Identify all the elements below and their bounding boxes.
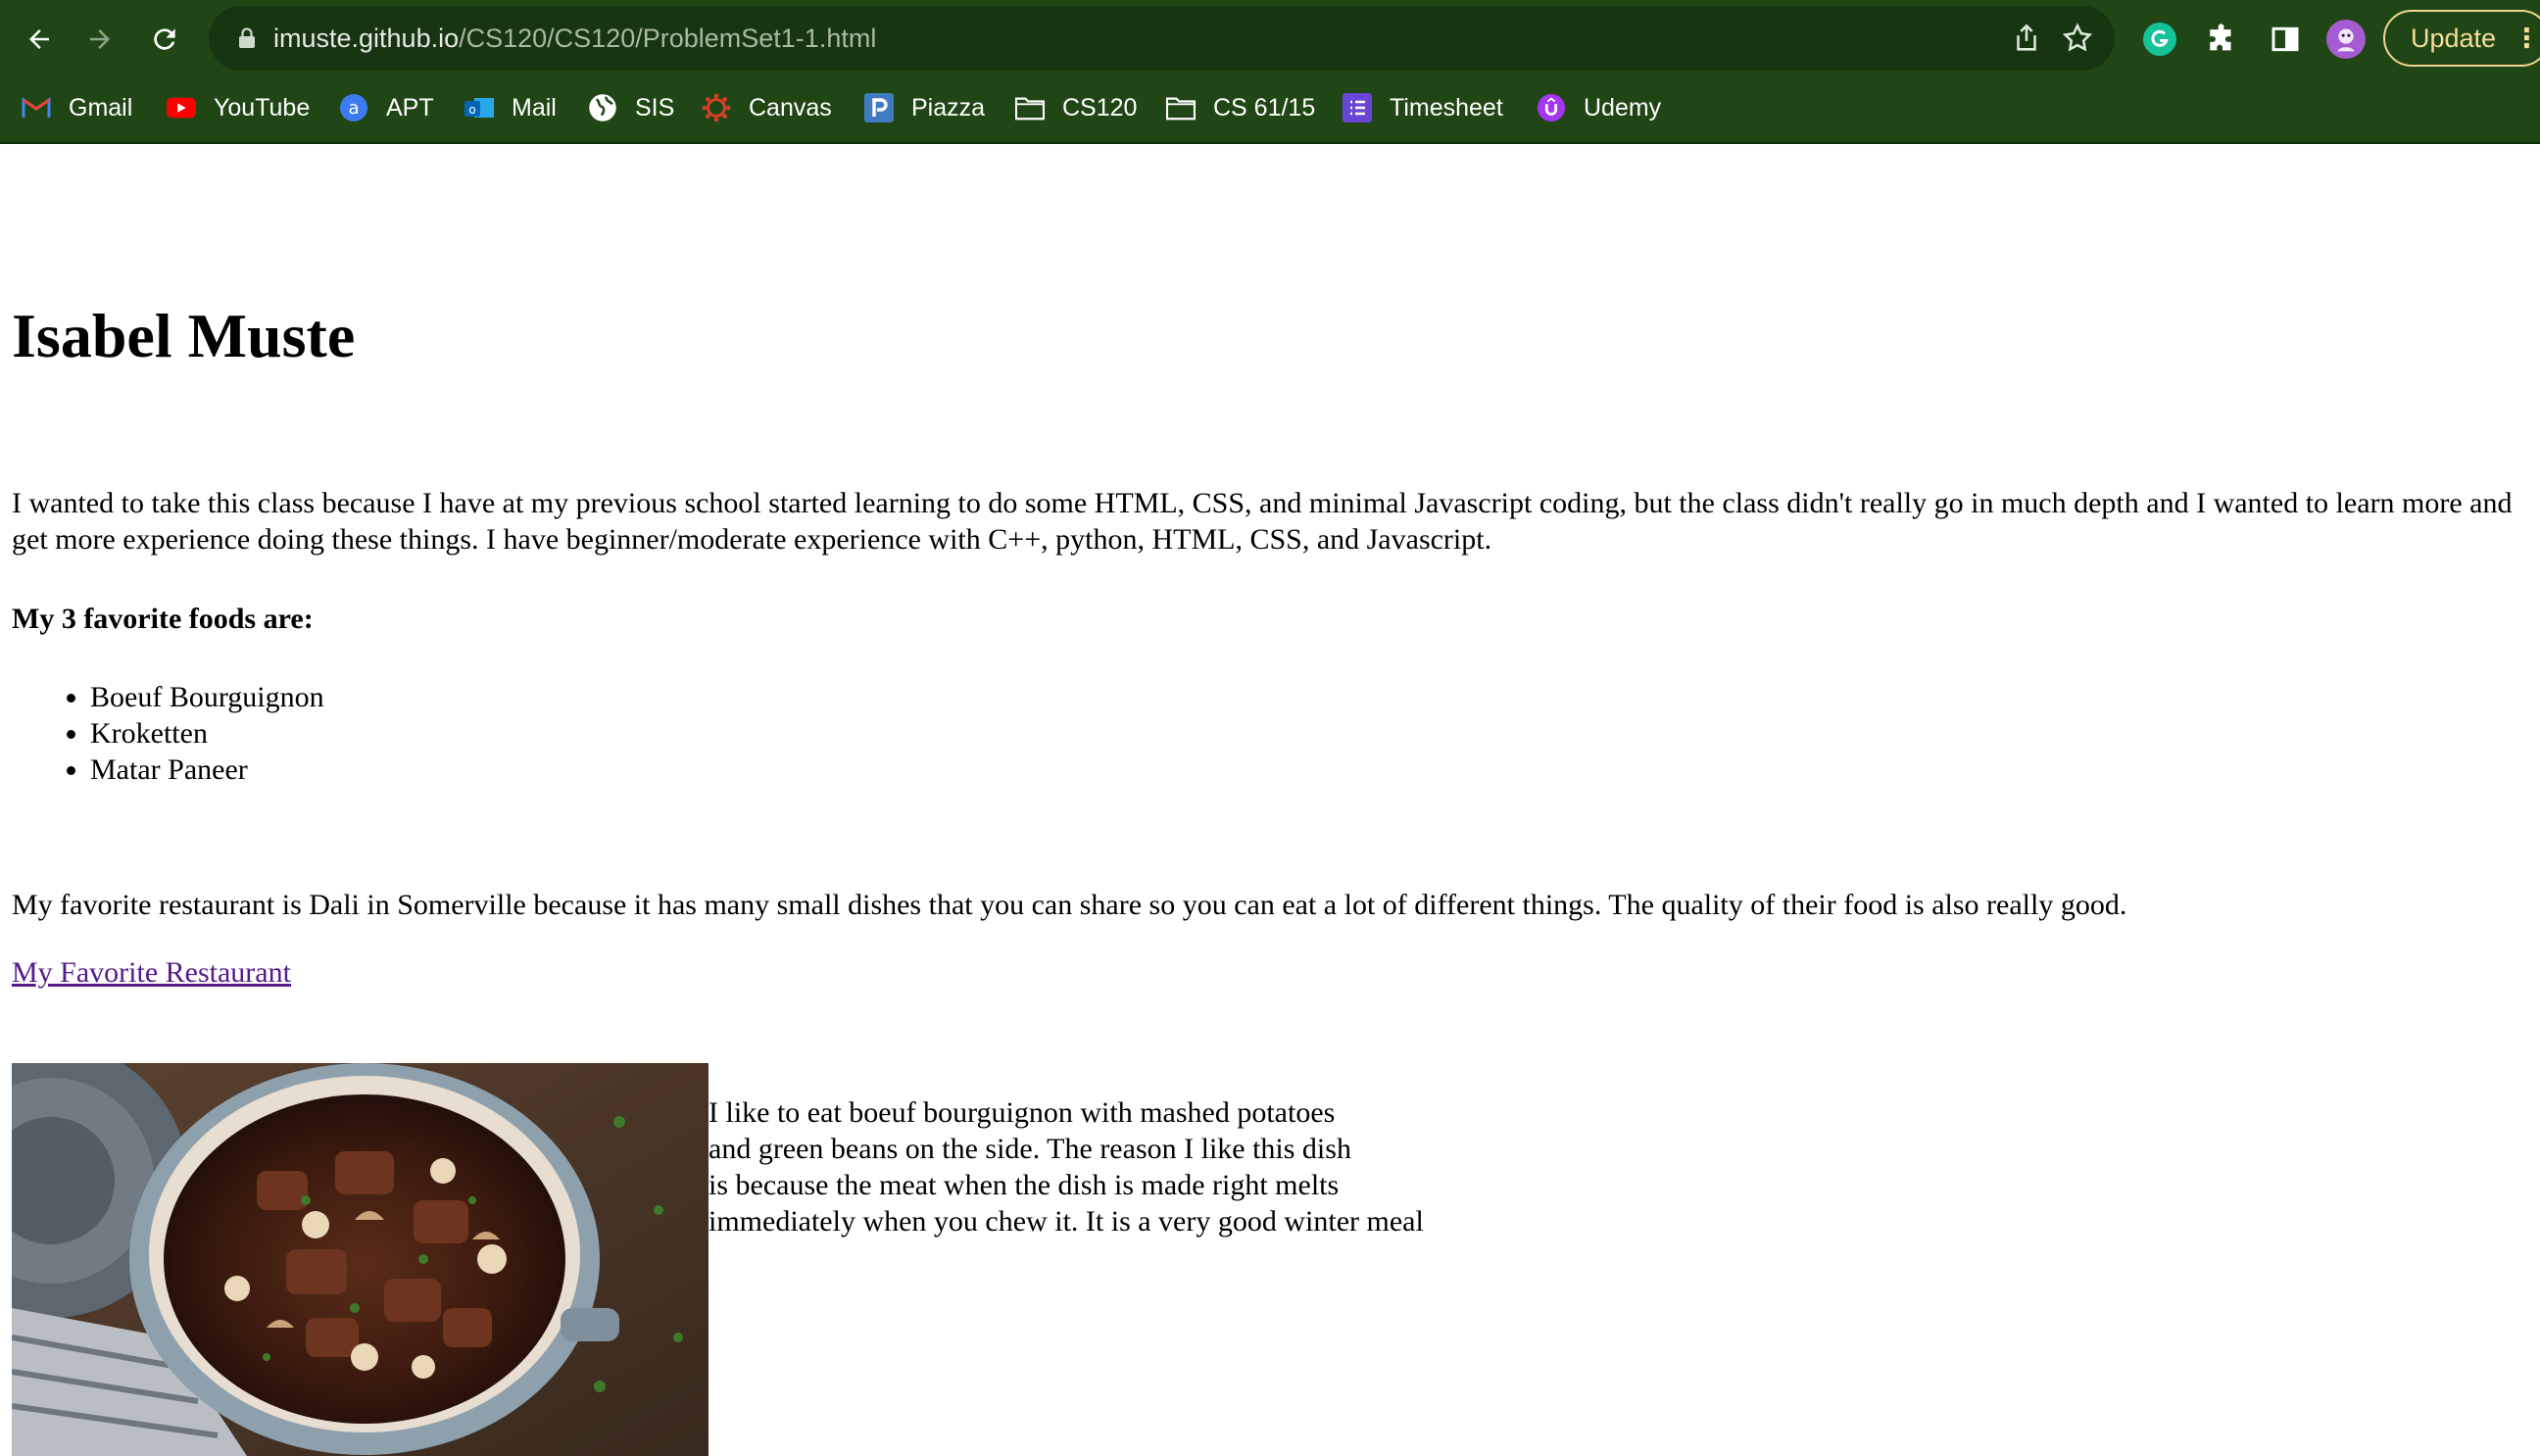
browser-chrome: imuste.github.io/CS120/CS120/ProblemSet1… [0, 0, 2540, 144]
favorite-foods-heading: My 3 favorite foods are: [12, 603, 314, 635]
url-text[interactable]: imuste.github.io/CS120/CS120/ProblemSet1… [273, 6, 876, 71]
lock-icon[interactable] [238, 27, 256, 54]
bookmark-piazza[interactable]: Piazza [864, 78, 985, 137]
svg-text:a: a [348, 98, 359, 119]
extensions-puzzle-icon[interactable] [2203, 20, 2242, 59]
star-icon[interactable] [2061, 22, 2094, 55]
bookmark-mail[interactable]: o Mail [464, 78, 557, 137]
update-label: Update [2411, 24, 2497, 53]
browser-toolbar: imuste.github.io/CS120/CS120/ProblemSet1… [0, 0, 2540, 78]
folder-icon [1015, 93, 1045, 122]
svg-text:o: o [468, 103, 475, 117]
grammarly-icon[interactable] [2140, 20, 2179, 59]
restaurant-paragraph: My favorite restaurant is Dali in Somerv… [12, 889, 2127, 921]
update-button[interactable]: Update ⋮ [2383, 10, 2540, 67]
bookmark-canvas[interactable]: Canvas [702, 78, 832, 137]
intro-paragraph: I wanted to take this class because I ha… [12, 487, 2513, 556]
apt-icon: a [339, 93, 368, 122]
chrome-divider [0, 142, 2540, 144]
reload-icon[interactable] [141, 16, 188, 63]
bookmark-cs120[interactable]: CS120 [1015, 78, 1137, 137]
favorite-restaurant-link[interactable]: My Favorite Restaurant [12, 954, 291, 991]
folder-icon [1166, 93, 1196, 122]
dish-description: I like to eat boeuf bourguignon with mas… [708, 1096, 1424, 1238]
timesheet-icon [1343, 93, 1372, 122]
favorite-foods-list: Boeuf Bourguignon Kroketten Matar Paneer [12, 679, 324, 788]
profile-avatar-icon[interactable] [2326, 20, 2366, 59]
list-item: Matar Paneer [90, 752, 324, 788]
side-panel-icon[interactable] [2266, 20, 2305, 59]
bookmarks-bar: Gmail YouTube a APT o Mail SIS Canvas Pi… [0, 78, 2540, 137]
bookmark-gmail[interactable]: Gmail [22, 78, 132, 137]
canvas-icon [702, 93, 731, 122]
list-item: Boeuf Bourguignon [90, 679, 324, 715]
page-title: Isabel Muste [12, 301, 356, 370]
forward-arrow-icon[interactable] [76, 16, 123, 63]
share-icon[interactable] [2010, 22, 2043, 55]
back-arrow-icon[interactable] [16, 16, 63, 63]
outlook-mail-icon: o [464, 93, 494, 122]
bookmark-cs61-15[interactable]: CS 61/15 [1166, 78, 1315, 137]
url-host: imuste.github.io [273, 24, 460, 53]
gmail-icon [22, 93, 51, 122]
youtube-icon [167, 93, 196, 122]
bookmark-youtube[interactable]: YouTube [167, 78, 310, 137]
bookmark-sis[interactable]: SIS [588, 78, 674, 137]
bookmark-apt[interactable]: a APT [339, 78, 434, 137]
udemy-icon [1537, 93, 1566, 122]
kebab-menu-icon[interactable]: ⋮ [2514, 12, 2540, 65]
address-bar[interactable]: imuste.github.io/CS120/CS120/ProblemSet1… [209, 6, 2115, 71]
boeuf-bourguignon-image [12, 1063, 708, 1456]
bookmark-timesheet[interactable]: Timesheet [1343, 78, 1503, 137]
url-path: /CS120/CS120/ProblemSet1-1.html [459, 24, 877, 53]
list-item: Kroketten [90, 715, 324, 752]
globe-icon [588, 93, 617, 122]
piazza-icon [864, 93, 894, 122]
bookmark-udemy[interactable]: Udemy [1537, 78, 1661, 137]
